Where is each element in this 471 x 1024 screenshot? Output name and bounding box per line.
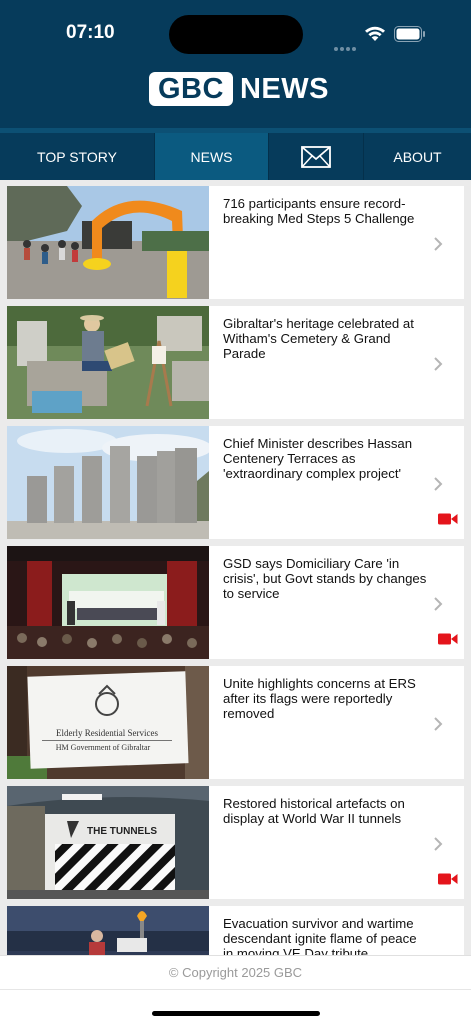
article-thumbnail: Elderly Residential Services HM Governme… <box>7 666 209 779</box>
article-thumbnail <box>7 906 209 955</box>
article-headline: 716 participants ensure record-breaking … <box>223 196 415 226</box>
article-headline: Gibraltar's heritage celebrated at Witha… <box>223 316 414 361</box>
chevron-right-icon <box>434 717 443 731</box>
article-card[interactable]: Elderly Residential Services HM Governme… <box>7 666 464 779</box>
video-camera-icon <box>438 513 458 525</box>
envelope-icon <box>301 145 331 168</box>
home-indicator-area <box>0 989 471 1024</box>
wifi-icon <box>365 26 385 41</box>
chevron-right-icon <box>434 357 443 371</box>
article-card[interactable]: GSD says Domiciliary Care 'in crisis', b… <box>7 546 464 659</box>
article-thumbnail <box>7 186 209 299</box>
home-indicator[interactable] <box>152 1011 320 1016</box>
article-card[interactable]: Chief Minister describes Hassan Centener… <box>7 426 464 539</box>
logo-news: NEWS <box>239 72 329 105</box>
news-feed[interactable]: 716 participants ensure record-breaking … <box>0 180 471 955</box>
chevron-right-icon <box>434 597 443 611</box>
video-camera-icon <box>438 873 458 885</box>
tab-bar: TOP STORY NEWS ABOUT <box>0 128 471 180</box>
app-header: 07:10 GBC NEWS <box>0 0 471 128</box>
article-thumbnail: THE TUNNELS <box>7 786 209 899</box>
article-card[interactable]: Gibraltar's heritage celebrated at Witha… <box>7 306 464 419</box>
status-time: 07:10 <box>66 22 115 43</box>
article-thumbnail <box>7 426 209 539</box>
article-headline: Restored historical artefacts on display… <box>223 796 405 826</box>
article-card[interactable]: THE TUNNELS Restored historical artefact… <box>7 786 464 899</box>
tab-news[interactable]: NEWS <box>155 133 269 180</box>
article-thumbnail <box>7 306 209 419</box>
article-headline: Chief Minister describes Hassan Centener… <box>223 436 413 481</box>
battery-icon <box>394 26 425 42</box>
chevron-right-icon <box>434 237 443 251</box>
article-headline: Evacuation survivor and wartime descenda… <box>223 916 417 955</box>
gbc-news-logo: GBC NEWS <box>149 72 329 106</box>
cellular-signal-icon <box>334 38 358 56</box>
tab-about[interactable]: ABOUT <box>364 133 471 180</box>
logo-gbc: GBC <box>149 72 233 106</box>
video-camera-icon <box>438 633 458 645</box>
article-headline: Unite highlights concerns at ERS after i… <box>223 676 416 721</box>
article-headline: GSD says Domiciliary Care 'in crisis', b… <box>223 556 427 601</box>
copyright-footer: © Copyright 2025 GBC <box>0 955 471 989</box>
article-card[interactable]: Evacuation survivor and wartime descenda… <box>7 906 464 955</box>
chevron-right-icon <box>434 477 443 491</box>
chevron-right-icon <box>434 837 443 851</box>
sign-line-2: HM Government of Gibraltar <box>56 743 151 752</box>
tunnels-sign: THE TUNNELS <box>87 826 157 837</box>
tab-contact[interactable] <box>269 133 364 180</box>
article-thumbnail <box>7 546 209 659</box>
sign-line-1: Elderly Residential Services <box>56 728 158 738</box>
dynamic-island <box>169 15 303 54</box>
article-card[interactable]: 716 participants ensure record-breaking … <box>7 186 464 299</box>
tab-top-story[interactable]: TOP STORY <box>0 133 155 180</box>
